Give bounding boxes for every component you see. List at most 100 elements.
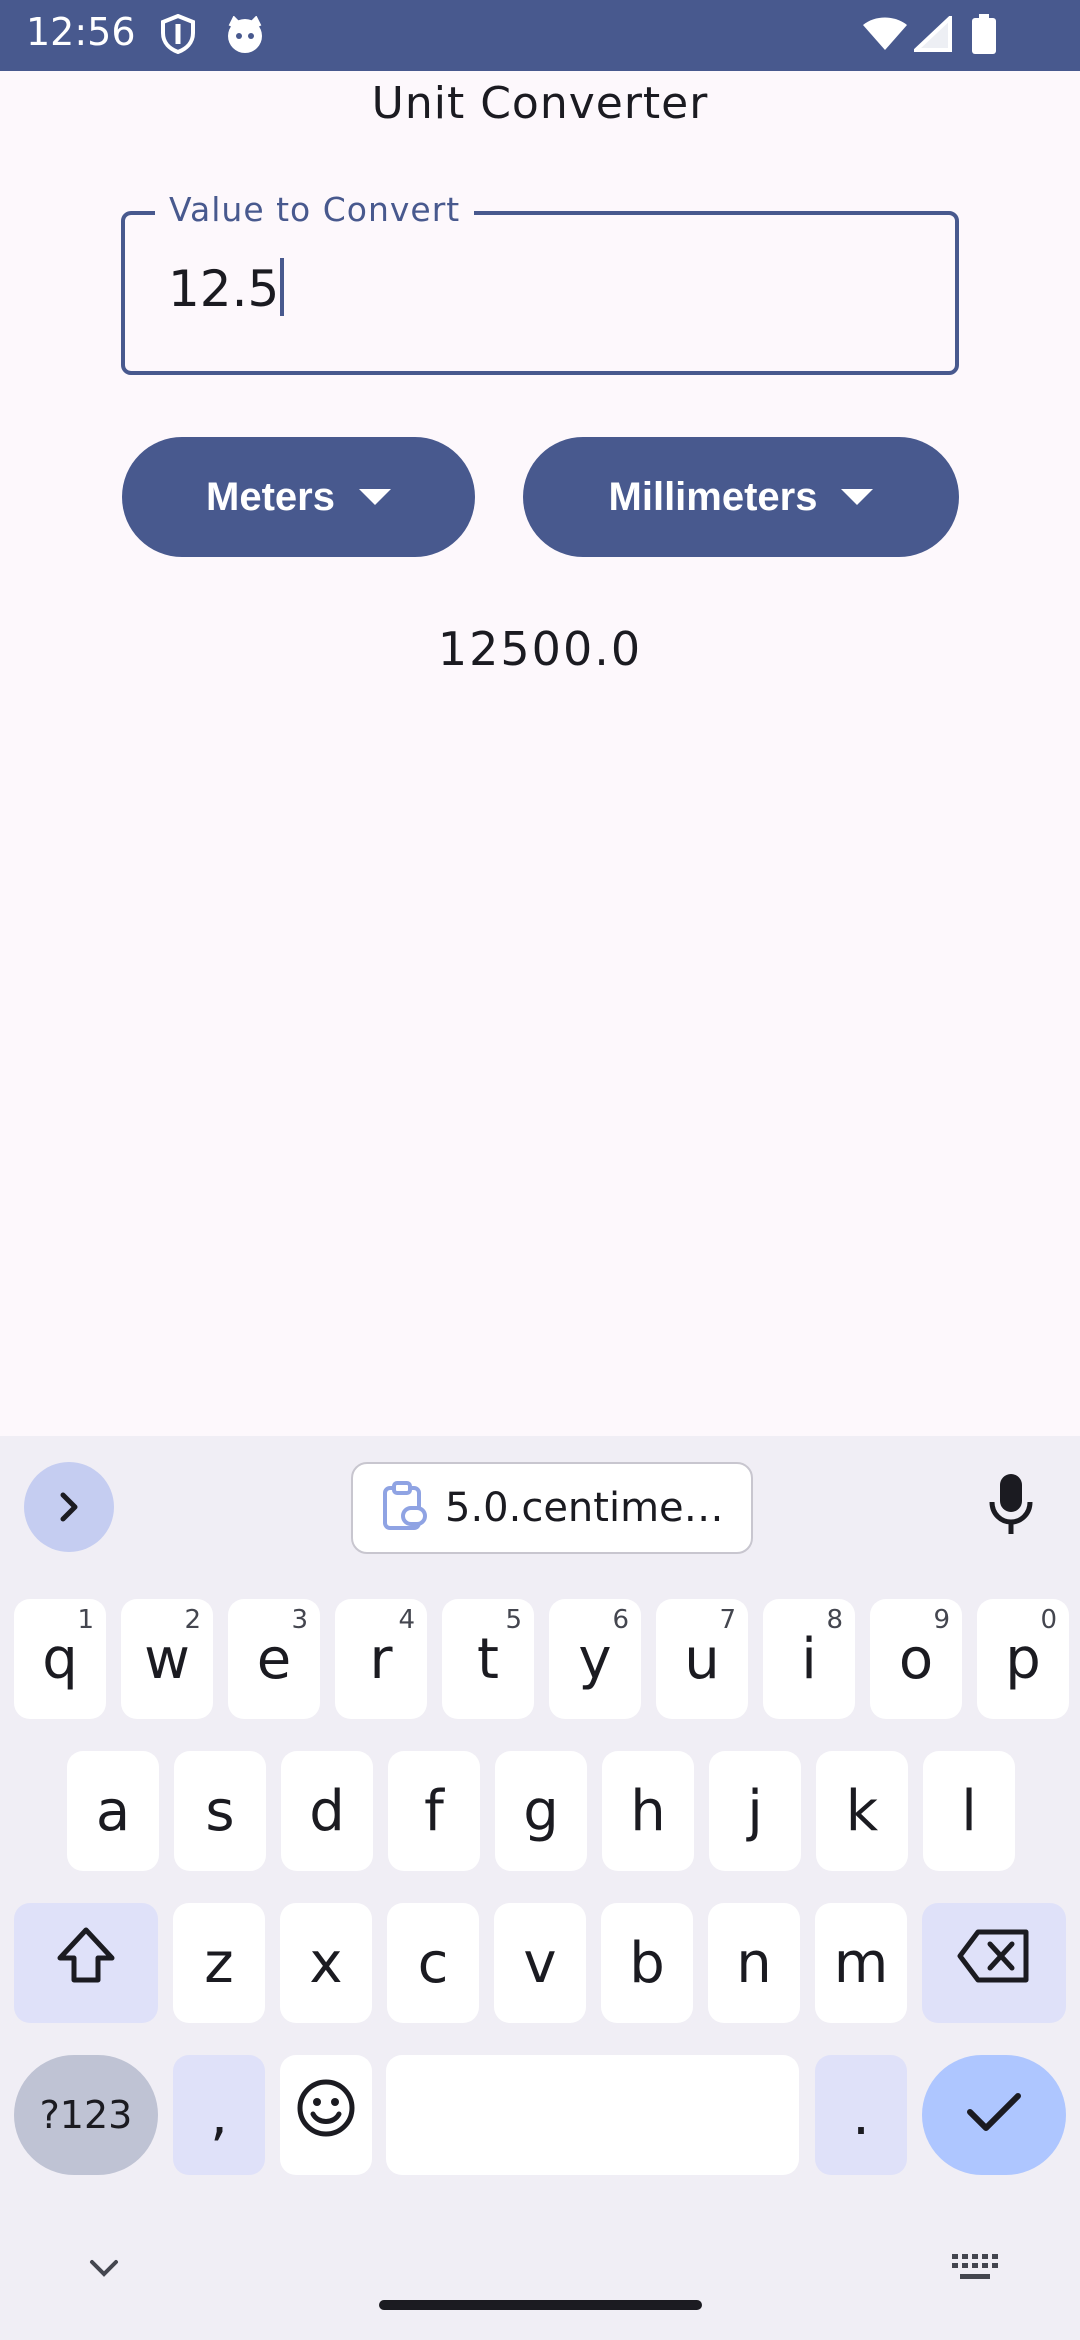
key-label: t bbox=[477, 1626, 499, 1692]
key-label: y bbox=[578, 1626, 612, 1692]
value-input[interactable]: 12.5 bbox=[168, 258, 285, 318]
check-icon bbox=[966, 2083, 1022, 2148]
key-label: c bbox=[417, 1930, 449, 1996]
key-hint: 5 bbox=[505, 1605, 522, 1635]
key-label: z bbox=[204, 1930, 234, 1996]
key-w[interactable]: w2 bbox=[121, 1599, 213, 1719]
key-hint: 7 bbox=[719, 1605, 736, 1635]
key-b[interactable]: b bbox=[601, 1903, 693, 2023]
key-label: x bbox=[309, 1930, 343, 1996]
key-e[interactable]: e3 bbox=[228, 1599, 320, 1719]
shield-icon bbox=[160, 13, 196, 59]
key-label: p bbox=[1005, 1626, 1041, 1692]
key-label: u bbox=[684, 1626, 720, 1692]
key-hint: 6 bbox=[612, 1605, 629, 1635]
from-unit-label: Meters bbox=[206, 474, 335, 519]
clipboard-suggestion-text: 5.0.centime… bbox=[445, 1485, 724, 1531]
status-time: 12:56 bbox=[26, 10, 136, 54]
to-unit-dropdown[interactable]: Millimeters bbox=[523, 437, 959, 557]
emoji-icon bbox=[296, 2078, 356, 2152]
key-hint: 8 bbox=[826, 1605, 843, 1635]
key-t[interactable]: t5 bbox=[442, 1599, 534, 1719]
space-key[interactable] bbox=[386, 2055, 799, 2175]
key-a[interactable]: a bbox=[67, 1751, 159, 1871]
keyboard-icon[interactable] bbox=[950, 2250, 1000, 2291]
key-label: b bbox=[629, 1930, 665, 1996]
value-input-text: 12.5 bbox=[168, 260, 280, 318]
key-c[interactable]: c bbox=[387, 1903, 479, 2023]
key-label: k bbox=[845, 1778, 879, 1844]
key-u[interactable]: u7 bbox=[656, 1599, 748, 1719]
wifi-icon bbox=[862, 16, 908, 57]
key-s[interactable]: s bbox=[174, 1751, 266, 1871]
key-i[interactable]: i8 bbox=[763, 1599, 855, 1719]
key-y[interactable]: y6 bbox=[549, 1599, 641, 1719]
key-label: f bbox=[424, 1778, 444, 1844]
key-label: e bbox=[256, 1626, 292, 1692]
key-x[interactable]: x bbox=[280, 1903, 372, 2023]
from-unit-dropdown[interactable]: Meters bbox=[122, 437, 475, 557]
key-label: r bbox=[369, 1626, 393, 1692]
symbols-key[interactable]: ?123 bbox=[14, 2055, 158, 2175]
key-label: a bbox=[95, 1778, 131, 1844]
key-m[interactable]: m bbox=[815, 1903, 907, 2023]
clipboard-suggestion-chip[interactable]: 5.0.centime… bbox=[351, 1462, 753, 1554]
backspace-key[interactable] bbox=[922, 1903, 1066, 2023]
shift-icon bbox=[54, 1924, 118, 2002]
status-bar: 12:56 bbox=[0, 0, 1080, 71]
chevron-down-icon[interactable] bbox=[86, 2250, 122, 2291]
key-label: d bbox=[309, 1778, 345, 1844]
key-hint: 2 bbox=[184, 1605, 201, 1635]
emoji-key[interactable] bbox=[280, 2055, 372, 2175]
page-title: Unit Converter bbox=[371, 78, 709, 129]
key-j[interactable]: j bbox=[709, 1751, 801, 1871]
comma-key[interactable]: , bbox=[173, 2055, 265, 2175]
key-label: v bbox=[523, 1930, 557, 1996]
battery-icon bbox=[972, 14, 996, 59]
signal-icon bbox=[910, 13, 952, 57]
key-g[interactable]: g bbox=[495, 1751, 587, 1871]
key-label: o bbox=[898, 1626, 934, 1692]
key-label: l bbox=[961, 1778, 977, 1844]
key-n[interactable]: n bbox=[708, 1903, 800, 2023]
key-q[interactable]: q1 bbox=[14, 1599, 106, 1719]
cat-icon bbox=[224, 15, 266, 59]
period-key[interactable]: . bbox=[815, 2055, 907, 2175]
key-hint: 1 bbox=[77, 1605, 94, 1635]
key-p[interactable]: p0 bbox=[977, 1599, 1069, 1719]
key-label: g bbox=[523, 1778, 559, 1844]
key-r[interactable]: r4 bbox=[335, 1599, 427, 1719]
key-hint: 3 bbox=[291, 1605, 308, 1635]
text-caret bbox=[280, 258, 285, 316]
value-input-label: Value to Convert bbox=[155, 190, 475, 229]
to-unit-label: Millimeters bbox=[608, 474, 818, 519]
backspace-icon bbox=[956, 1928, 1032, 1998]
key-v[interactable]: v bbox=[494, 1903, 586, 2023]
mic-icon[interactable] bbox=[986, 1472, 1036, 1541]
enter-key[interactable] bbox=[922, 2055, 1066, 2175]
key-label: j bbox=[747, 1778, 763, 1844]
clipboard-icon bbox=[381, 1480, 429, 1537]
key-label: h bbox=[630, 1778, 666, 1844]
shift-key[interactable] bbox=[14, 1903, 158, 2023]
key-label: s bbox=[205, 1778, 235, 1844]
key-hint: 4 bbox=[398, 1605, 415, 1635]
key-label: i bbox=[801, 1626, 817, 1692]
dropdown-arrow-icon bbox=[841, 489, 874, 505]
key-label: n bbox=[736, 1930, 772, 1996]
key-label: q bbox=[42, 1626, 78, 1692]
key-d[interactable]: d bbox=[281, 1751, 373, 1871]
chevron-right-icon[interactable] bbox=[24, 1462, 114, 1552]
dropdown-arrow-icon bbox=[358, 489, 391, 505]
key-hint: 0 bbox=[1040, 1605, 1057, 1635]
key-k[interactable]: k bbox=[816, 1751, 908, 1871]
home-indicator[interactable] bbox=[379, 2300, 702, 2310]
key-f[interactable]: f bbox=[388, 1751, 480, 1871]
key-h[interactable]: h bbox=[602, 1751, 694, 1871]
key-hint: 9 bbox=[933, 1605, 950, 1635]
key-z[interactable]: z bbox=[173, 1903, 265, 2023]
soft-keyboard: 5.0.centime… ?123 , . q1w2e3r4t5y6u7i8o9… bbox=[0, 1436, 1080, 2340]
key-o[interactable]: o9 bbox=[870, 1599, 962, 1719]
key-l[interactable]: l bbox=[923, 1751, 1015, 1871]
key-label: w bbox=[144, 1626, 190, 1692]
